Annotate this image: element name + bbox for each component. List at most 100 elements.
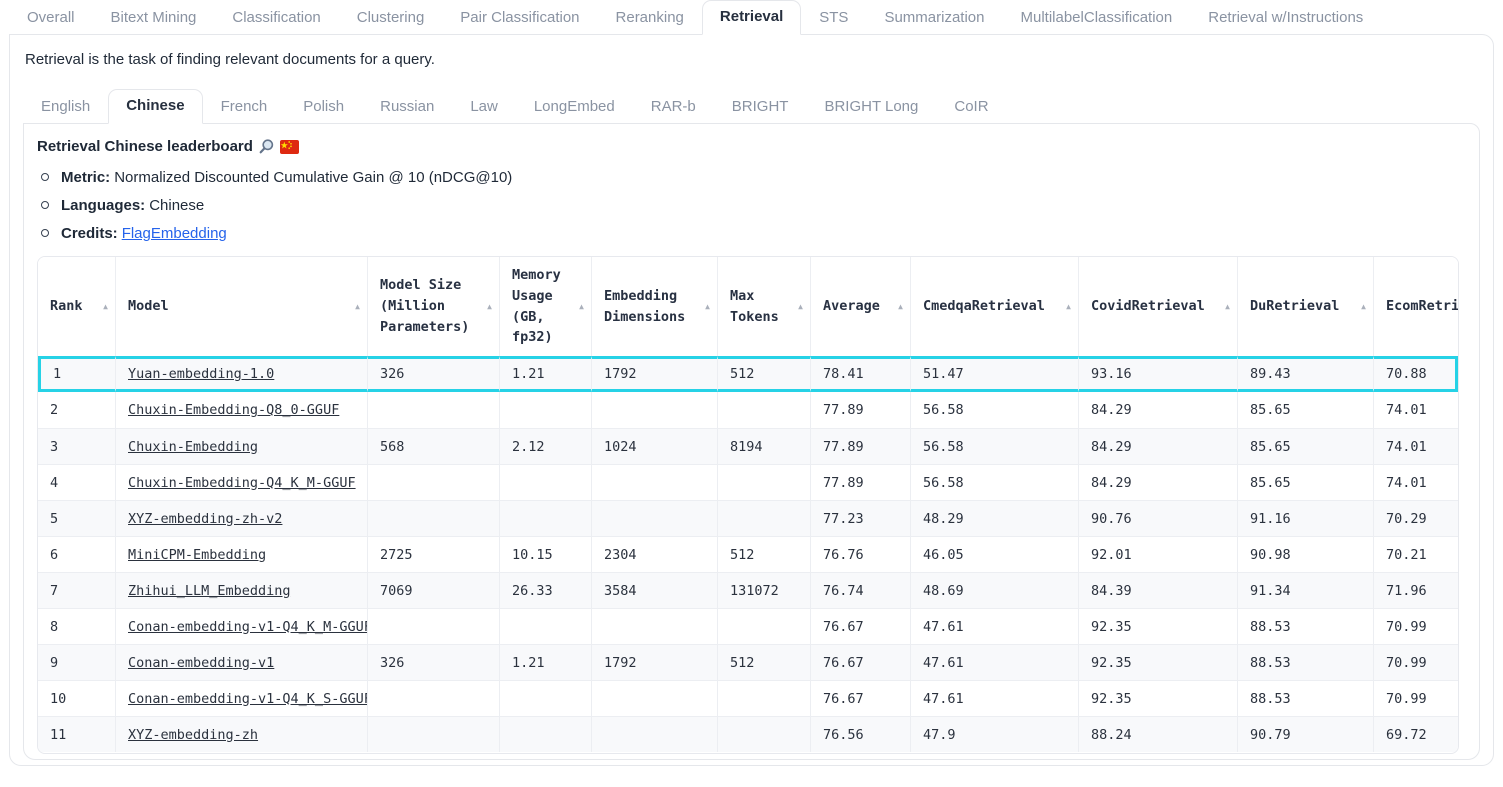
average-cell: 76.76	[810, 536, 910, 572]
column-label: Rank	[50, 298, 83, 314]
memory_usage-cell	[499, 608, 591, 644]
embedding_dimensions-cell	[591, 608, 717, 644]
model_size-cell: 7069	[367, 572, 499, 608]
model-link[interactable]: Chuxin-Embedding	[128, 439, 258, 455]
memory_usage-cell: 26.33	[499, 572, 591, 608]
column-header-covid_retrieval[interactable]: CovidRetrieval▲	[1078, 257, 1237, 356]
task-description: Retrieval is the task of finding relevan…	[10, 35, 1493, 69]
lang-tab-law[interactable]: Law	[452, 90, 516, 124]
model-cell: Chuxin-Embedding	[115, 428, 367, 464]
model-cell: Zhihui_LLM_Embedding	[115, 572, 367, 608]
column-header-average[interactable]: Average▲	[810, 257, 910, 356]
max_tokens-cell: 512	[717, 356, 810, 392]
column-header-embedding_dimensions[interactable]: Embedding Dimensions▲	[591, 257, 717, 356]
lang-tab-bright[interactable]: BRIGHT	[714, 90, 807, 124]
column-header-memory_usage[interactable]: Memory Usage (GB, fp32)▲	[499, 257, 591, 356]
lang-tab-bright-long[interactable]: BRIGHT Long	[806, 90, 936, 124]
tab-overall[interactable]: Overall	[9, 1, 93, 35]
leaderboard-meta-list: Metric:Normalized Discounted Cumulative …	[37, 169, 1466, 242]
memory_usage-cell	[499, 464, 591, 500]
model-link[interactable]: Conan-embedding-v1-Q4_K_S-GGUF	[128, 691, 367, 707]
bullet-metric: Metric:Normalized Discounted Cumulative …	[37, 169, 1466, 186]
max_tokens-cell: 512	[717, 644, 810, 680]
model_size-cell	[367, 392, 499, 428]
column-header-model_size[interactable]: Model Size (Million Parameters)▲	[367, 257, 499, 356]
model-link[interactable]: XYZ-embedding-zh	[128, 727, 258, 743]
lang-tab-english[interactable]: English	[23, 90, 108, 124]
cmedqa_retrieval-cell: 46.05	[910, 536, 1078, 572]
model-link[interactable]: Conan-embedding-v1	[128, 655, 274, 671]
column-header-ecom_retrieval[interactable]: EcomRetrieval▲	[1373, 257, 1458, 356]
max_tokens-cell	[717, 392, 810, 428]
du_retrieval-cell: 91.16	[1237, 500, 1373, 536]
model-link[interactable]: Yuan-embedding-1.0	[128, 366, 274, 382]
flagembedding-link[interactable]: FlagEmbedding	[122, 225, 227, 242]
model-link[interactable]: MiniCPM-Embedding	[128, 547, 266, 563]
model-link[interactable]: Conan-embedding-v1-Q4_K_M-GGUF	[128, 619, 367, 635]
column-header-rank[interactable]: Rank▲	[38, 257, 115, 356]
model-cell: Conan-embedding-v1-Q4_K_M-GGUF	[115, 608, 367, 644]
du_retrieval-cell: 90.98	[1237, 536, 1373, 572]
column-header-max_tokens[interactable]: Max Tokens▲	[717, 257, 810, 356]
model-cell: XYZ-embedding-zh	[115, 716, 367, 752]
du_retrieval-cell: 85.65	[1237, 464, 1373, 500]
bullet-languages: Languages:Chinese	[37, 197, 1466, 214]
covid_retrieval-cell: 90.76	[1078, 500, 1237, 536]
task-tab-content: Retrieval is the task of finding relevan…	[9, 34, 1494, 766]
sort-arrow-icon: ▲	[579, 303, 584, 311]
tab-clustering[interactable]: Clustering	[339, 1, 443, 35]
table-row: 5XYZ-embedding-zh-v277.2348.2990.7691.16…	[38, 500, 1458, 536]
model-link[interactable]: Zhihui_LLM_Embedding	[128, 583, 291, 599]
lang-tab-coir[interactable]: CoIR	[936, 90, 1006, 124]
tab-summarization[interactable]: Summarization	[866, 1, 1002, 35]
model-link[interactable]: XYZ-embedding-zh-v2	[128, 511, 282, 527]
du_retrieval-cell: 91.34	[1237, 572, 1373, 608]
model-link[interactable]: Chuxin-Embedding-Q8_0-GGUF	[128, 402, 339, 418]
max_tokens-cell	[717, 464, 810, 500]
cmedqa_retrieval-cell: 56.58	[910, 464, 1078, 500]
memory_usage-cell	[499, 716, 591, 752]
ecom_retrieval-cell: 70.88	[1373, 356, 1458, 392]
tab-reranking[interactable]: Reranking	[598, 1, 702, 35]
table-row: 8Conan-embedding-v1-Q4_K_M-GGUF76.6747.6…	[38, 608, 1458, 644]
column-label: EcomRetrieval	[1386, 298, 1458, 314]
column-header-cmedqa_retrieval[interactable]: CmedqaRetrieval ▲	[910, 257, 1078, 356]
covid_retrieval-cell: 84.29	[1078, 464, 1237, 500]
table-row: 6MiniCPM-Embedding272510.15230451276.764…	[38, 536, 1458, 572]
tab-sts[interactable]: STS	[801, 1, 866, 35]
rank-cell: 8	[38, 608, 115, 644]
covid_retrieval-cell: 92.35	[1078, 680, 1237, 716]
cmedqa_retrieval-cell: 56.58	[910, 428, 1078, 464]
column-header-du_retrieval[interactable]: DuRetrieval▲	[1237, 257, 1373, 356]
lang-tab-longembed[interactable]: LongEmbed	[516, 90, 633, 124]
memory_usage-cell: 2.12	[499, 428, 591, 464]
du_retrieval-cell: 88.53	[1237, 608, 1373, 644]
tab-bitext-mining[interactable]: Bitext Mining	[93, 1, 215, 35]
leaderboard-table[interactable]: Rank▲Model▲Model Size (Million Parameter…	[37, 256, 1459, 754]
model-cell: Chuxin-Embedding-Q4_K_M-GGUF	[115, 464, 367, 500]
model-link[interactable]: Chuxin-Embedding-Q4_K_M-GGUF	[128, 475, 356, 491]
covid_retrieval-cell: 88.24	[1078, 716, 1237, 752]
tab-classification[interactable]: Classification	[214, 1, 338, 35]
rank-cell: 4	[38, 464, 115, 500]
language-tabbar: EnglishChineseFrenchPolishRussianLawLong…	[23, 89, 1480, 124]
tab-retrieval-w-instructions[interactable]: Retrieval w/Instructions	[1190, 1, 1381, 35]
tab-multilabelclassification[interactable]: MultilabelClassification	[1003, 1, 1191, 35]
model-cell: Conan-embedding-v1	[115, 644, 367, 680]
tab-pair-classification[interactable]: Pair Classification	[442, 1, 597, 35]
sort-arrow-icon: ▲	[1066, 303, 1071, 311]
sort-arrow-icon: ▲	[798, 303, 803, 311]
embedding_dimensions-cell	[591, 680, 717, 716]
tab-retrieval[interactable]: Retrieval	[702, 0, 801, 35]
lang-tab-rar-b[interactable]: RAR-b	[633, 90, 714, 124]
lang-tab-polish[interactable]: Polish	[285, 90, 362, 124]
lang-tab-russian[interactable]: Russian	[362, 90, 452, 124]
lang-tab-french[interactable]: French	[203, 90, 286, 124]
column-label: CmedqaRetrieval	[923, 298, 1045, 314]
lang-tab-chinese[interactable]: Chinese	[108, 89, 202, 124]
column-header-model[interactable]: Model▲	[115, 257, 367, 356]
cmedqa_retrieval-cell: 47.9	[910, 716, 1078, 752]
model-cell: Chuxin-Embedding-Q8_0-GGUF	[115, 392, 367, 428]
model-cell: MiniCPM-Embedding	[115, 536, 367, 572]
model_size-cell	[367, 680, 499, 716]
